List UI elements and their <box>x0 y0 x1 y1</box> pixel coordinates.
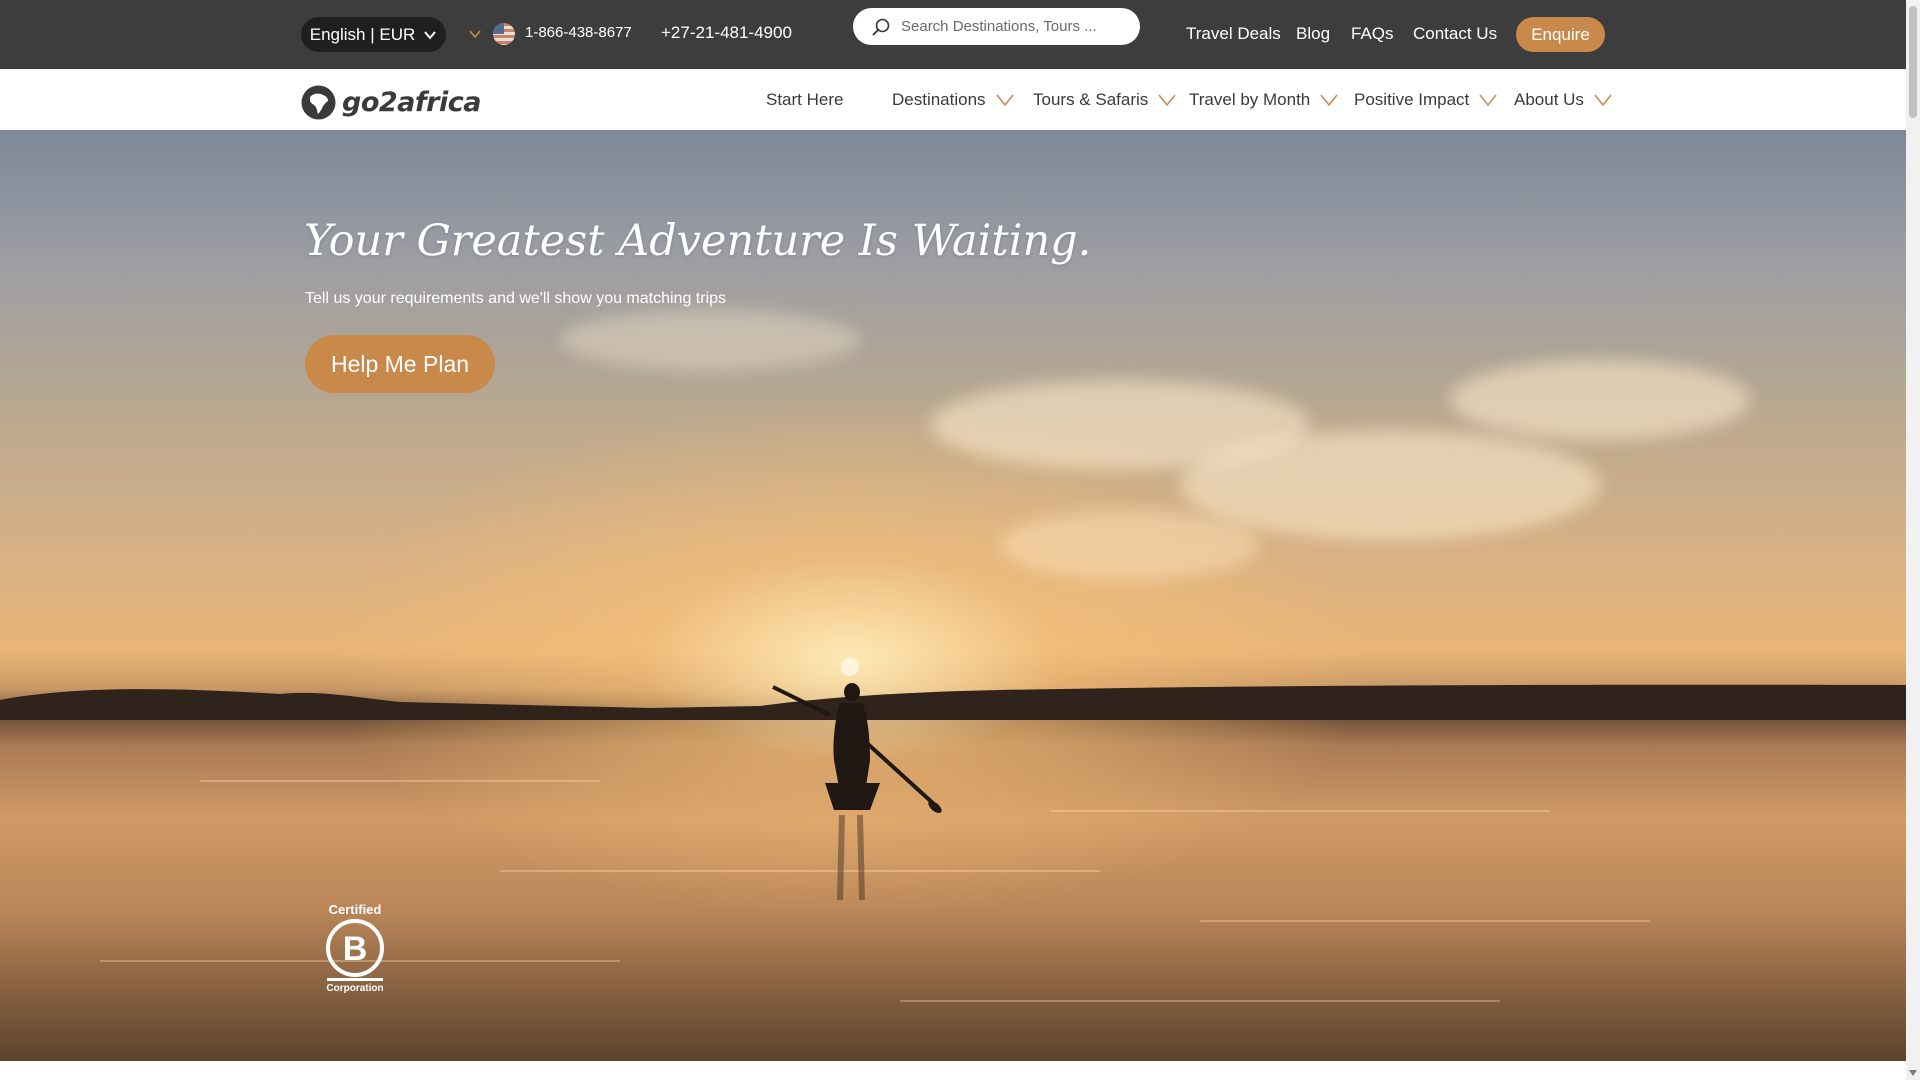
nav-label: Travel by Month <box>1189 90 1311 109</box>
scrollbar-thumb[interactable] <box>1909 6 1917 118</box>
nav-start-here[interactable]: Start Here <box>766 90 843 110</box>
water-ripple <box>900 1000 1500 1002</box>
b-corp-badge[interactable]: Certified B Corporation <box>322 902 388 994</box>
nav-label: Tours & Safaris <box>1033 90 1149 109</box>
hero-cloud <box>1450 360 1750 440</box>
logo[interactable]: go2africa <box>301 85 481 120</box>
search-box <box>853 8 1140 45</box>
chevron-down-icon <box>1158 94 1176 106</box>
b-corp-corporation-text: Corporation <box>326 983 384 994</box>
nav-label: Positive Impact <box>1354 90 1470 109</box>
hero-cloud <box>1180 430 1600 540</box>
nav-label: Destinations <box>892 90 986 109</box>
hero-section: Your Greatest Adventure Is Waiting. Tell… <box>0 130 1906 1061</box>
logo-text: go2africa <box>342 87 481 118</box>
hero-cloud <box>560 310 860 370</box>
water-ripple <box>1200 920 1650 922</box>
chevron-down-icon <box>1594 94 1612 106</box>
water-ripple <box>1050 810 1550 812</box>
language-currency-label: English | EUR <box>309 24 416 44</box>
main-navigation: go2africa Start Here Destinations Tours … <box>0 69 1906 130</box>
faqs-link[interactable]: FAQs <box>1351 24 1394 44</box>
phone-primary[interactable]: 1-866-438-8677 <box>525 24 632 41</box>
nav-tours-safaris[interactable]: Tours & Safaris <box>1033 90 1176 110</box>
chevron-down-icon <box>1479 94 1497 106</box>
top-utility-bar: English | EUR 1-866-438-8677 +27-21-481-… <box>0 0 1906 69</box>
b-corp-certified-text: Certified <box>328 902 382 917</box>
africa-logo-icon <box>301 85 336 120</box>
chevron-down-icon <box>995 94 1014 106</box>
hero-cloud <box>1000 510 1260 580</box>
travel-deals-link[interactable]: Travel Deals <box>1186 24 1281 44</box>
water-ripple <box>200 780 600 782</box>
nav-label: About Us <box>1514 90 1584 109</box>
phone-region-chevron-icon[interactable] <box>468 27 482 41</box>
contact-us-link[interactable]: Contact Us <box>1413 24 1497 44</box>
scroll-down-arrow-icon[interactable] <box>1909 1070 1917 1076</box>
chevron-down-icon <box>424 30 437 40</box>
search-input[interactable] <box>899 17 1123 36</box>
nav-about-us[interactable]: About Us <box>1514 90 1612 110</box>
nav-travel-by-month[interactable]: Travel by Month <box>1189 90 1338 110</box>
blog-link[interactable]: Blog <box>1296 24 1330 44</box>
b-corp-letter: B <box>343 930 368 968</box>
page-scrollbar[interactable] <box>1906 0 1920 1080</box>
enquire-button[interactable]: Enquire <box>1516 17 1605 52</box>
b-corp-logo-icon: B <box>326 919 384 981</box>
nav-positive-impact[interactable]: Positive Impact <box>1354 90 1497 110</box>
page-bottom-strip <box>0 1061 1906 1080</box>
hero-treeline <box>0 684 1906 720</box>
paddler-silhouette <box>772 658 942 901</box>
help-me-plan-button[interactable]: Help Me Plan <box>305 335 495 393</box>
hero-subtitle: Tell us your requirements and we'll show… <box>305 290 727 307</box>
hero-title: Your Greatest Adventure Is Waiting. <box>304 216 1092 266</box>
language-currency-selector[interactable]: English | EUR <box>301 17 446 52</box>
us-flag-icon <box>493 23 515 45</box>
nav-label: Start Here <box>766 90 844 109</box>
nav-destinations[interactable]: Destinations <box>892 90 1014 110</box>
search-icon[interactable] <box>871 17 891 37</box>
chevron-down-icon <box>1320 94 1338 106</box>
phone-secondary[interactable]: +27-21-481-4900 <box>661 23 792 43</box>
